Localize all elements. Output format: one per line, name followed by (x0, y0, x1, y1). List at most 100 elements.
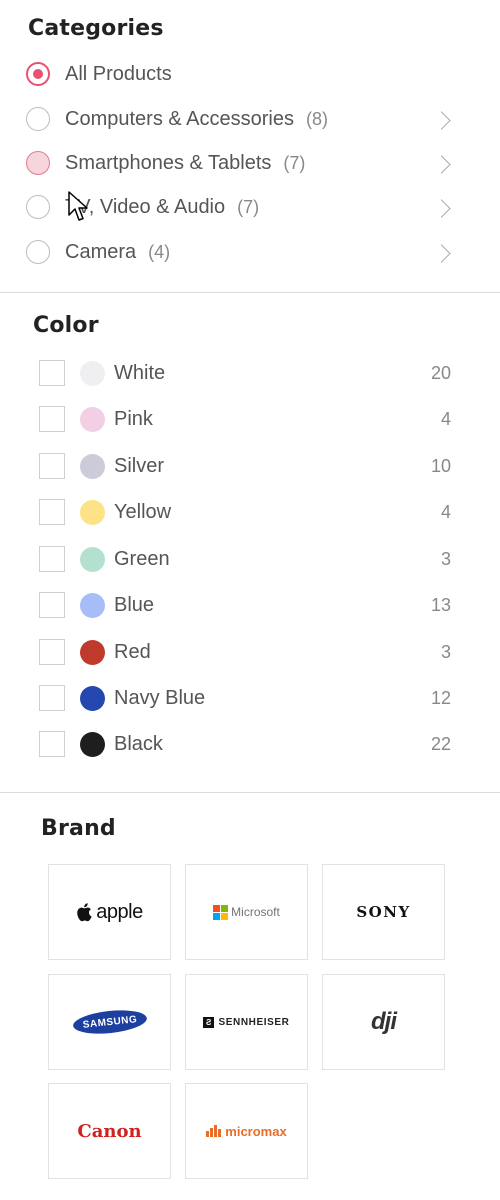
sony-logo-icon: SONY (356, 903, 411, 921)
brand-tile-microsoft[interactable]: Microsoft (185, 864, 308, 960)
chevron-right-icon[interactable] (432, 244, 451, 263)
brand-name: Microsoft (231, 905, 280, 919)
checkbox[interactable] (39, 592, 65, 618)
color-swatch (80, 639, 105, 665)
color-label: White (114, 361, 166, 384)
category-label: Computers & Accessories (65, 107, 294, 130)
color-label: Navy Blue (114, 686, 206, 709)
color-count: 20 (430, 362, 451, 383)
color-swatch (80, 360, 105, 386)
brand-tile-canon[interactable]: Canon (48, 1083, 171, 1179)
microsoft-squares-icon (213, 904, 229, 920)
color-swatch (80, 731, 105, 757)
chevron-right-icon[interactable] (432, 155, 451, 174)
brand-tile-sennheiser[interactable]: Ƨ SENNHEISER (185, 974, 308, 1070)
checkbox[interactable] (39, 731, 65, 757)
color-count: 22 (430, 733, 451, 754)
color-swatch (80, 406, 105, 432)
category-label: All Products (65, 62, 172, 85)
checkbox[interactable] (39, 685, 65, 711)
microsoft-logo-icon: Microsoft (213, 904, 280, 920)
dji-logo-icon: dji (371, 1008, 397, 1035)
category-all-products[interactable]: All Products (26, 59, 466, 89)
radio-button[interactable] (26, 62, 50, 86)
category-count: (7) (283, 152, 306, 173)
color-count: 4 (440, 501, 451, 522)
brand-tile-sony[interactable]: SONY (322, 864, 445, 960)
color-filter-silver[interactable]: Silver 10 (39, 451, 451, 481)
section-divider (0, 792, 500, 793)
chevron-right-icon[interactable] (432, 111, 451, 130)
category-count: (8) (305, 108, 328, 129)
samsung-logo-icon: SAMSUNG (71, 1007, 148, 1037)
color-label: Silver (114, 454, 165, 477)
microsoft-square (213, 904, 221, 912)
brand-name: micromax (225, 1123, 287, 1139)
color-count: 3 (440, 641, 451, 662)
brand-tile-micromax[interactable]: micromax (185, 1083, 308, 1179)
chevron-right-icon[interactable] (432, 199, 451, 218)
color-filter-white[interactable]: White 20 (39, 358, 451, 388)
color-swatch (80, 685, 105, 711)
checkbox[interactable] (39, 499, 65, 525)
color-filter-yellow[interactable]: Yellow 4 (39, 497, 451, 527)
color-filter-red[interactable]: Red 3 (39, 637, 451, 667)
microsoft-square (221, 912, 229, 920)
category-camera[interactable]: Camera (4) (26, 237, 466, 267)
section-divider (0, 292, 500, 293)
sennheiser-logo-icon: Ƨ SENNHEISER (203, 1016, 290, 1028)
brand-tile-dji[interactable]: dji (322, 974, 445, 1070)
color-label: Yellow (114, 500, 172, 523)
categories-title: Categories (28, 16, 164, 41)
color-count: 4 (440, 408, 451, 429)
radio-button[interactable] (26, 195, 50, 219)
color-swatch (80, 499, 105, 525)
color-filter-blue[interactable]: Blue 13 (39, 590, 451, 620)
checkbox[interactable] (39, 453, 65, 479)
category-count: (7) (237, 196, 260, 217)
checkbox[interactable] (39, 639, 65, 665)
color-filter-green[interactable]: Green 3 (39, 544, 451, 574)
category-label: Smartphones & Tablets (65, 151, 272, 174)
color-count: 10 (430, 455, 451, 476)
brand-name: SENNHEISER (218, 1016, 290, 1028)
brand-tile-samsung[interactable]: SAMSUNG (48, 974, 171, 1070)
radio-button[interactable] (26, 240, 50, 264)
color-title: Color (33, 313, 99, 338)
category-label: Camera (65, 240, 137, 263)
color-count: 12 (430, 687, 451, 708)
brand-tile-apple[interactable]: apple (48, 864, 171, 960)
color-filter-pink[interactable]: Pink 4 (39, 404, 451, 434)
color-label: Blue (114, 593, 155, 616)
category-count: (4) (148, 241, 171, 262)
color-filter-navy-blue[interactable]: Navy Blue 12 (39, 683, 451, 713)
sennheiser-mark-icon: Ƨ (203, 1016, 215, 1028)
microsoft-square (221, 904, 229, 912)
radio-button[interactable] (26, 151, 50, 175)
category-smartphones-tablets[interactable]: Smartphones & Tablets (7) (26, 148, 466, 178)
apple-glyph-icon (77, 903, 92, 922)
category-tv-video-audio[interactable]: TV, Video & Audio (7) (26, 192, 466, 222)
checkbox[interactable] (39, 360, 65, 386)
arrow-cursor-icon (68, 191, 88, 221)
color-label: Green (114, 547, 170, 570)
canon-logo-icon: Canon (77, 1120, 142, 1142)
category-computers-accessories[interactable]: Computers & Accessories (8) (26, 104, 466, 134)
micromax-logo-icon: micromax (206, 1123, 287, 1139)
color-label: Pink (114, 407, 153, 430)
brand-name: apple (96, 900, 143, 923)
micromax-bars-icon (206, 1125, 222, 1137)
color-count: 3 (440, 548, 451, 569)
checkbox[interactable] (39, 546, 65, 572)
radio-button[interactable] (26, 107, 50, 131)
microsoft-square (213, 912, 221, 920)
checkbox[interactable] (39, 406, 65, 432)
color-label: Red (114, 640, 151, 663)
color-filter-black[interactable]: Black 22 (39, 729, 451, 759)
color-swatch (80, 546, 105, 572)
color-swatch (80, 592, 105, 618)
brand-title: Brand (41, 816, 116, 841)
apple-logo-icon: apple (76, 900, 143, 924)
color-count: 13 (430, 594, 451, 615)
color-label: Black (114, 732, 163, 755)
